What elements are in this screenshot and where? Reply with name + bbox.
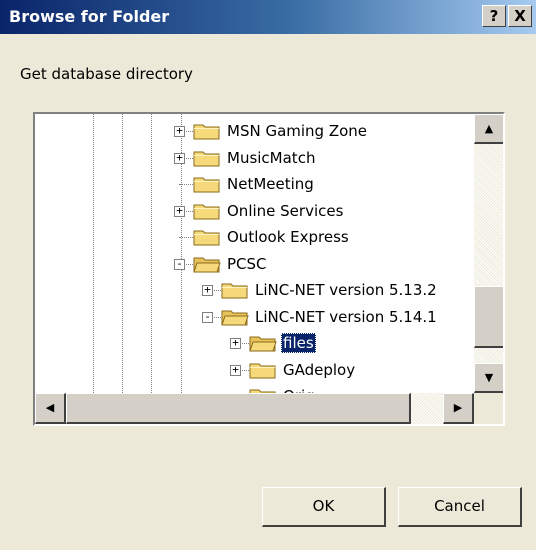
expand-icon[interactable]: + (230, 364, 241, 376)
tree-guide-line (93, 114, 94, 393)
expand-icon[interactable]: + (174, 125, 185, 137)
help-button[interactable]: ? (482, 5, 506, 27)
tree-item-label: files (281, 333, 316, 353)
collapse-icon[interactable]: - (174, 258, 185, 270)
horizontal-scrollbar[interactable]: ◀ ▶ (35, 393, 474, 424)
cancel-button[interactable]: Cancel (398, 487, 522, 527)
open-folder-icon (249, 334, 277, 352)
tree-item-label: Online Services (227, 201, 344, 220)
expand-icon[interactable]: + (174, 152, 185, 164)
tree-item-label: MSN Gaming Zone (227, 122, 368, 140)
expand-icon[interactable]: + (230, 337, 241, 349)
scroll-down-button[interactable]: ▼ (474, 363, 503, 393)
tree-content: + MSN Gaming Zone + MusicMatch NetMeeting + On… (35, 114, 503, 424)
horizontal-scroll-thumb[interactable] (66, 393, 411, 424)
expand-icon[interactable]: + (202, 284, 213, 296)
open-folder-icon (221, 308, 249, 326)
vertical-scrollbar[interactable]: ▲ ▼ (474, 114, 503, 393)
close-button[interactable]: X (508, 5, 532, 27)
scroll-up-button[interactable]: ▲ (474, 114, 503, 144)
scrollbar-corner (474, 393, 503, 424)
scroll-left-button[interactable]: ◀ (35, 393, 66, 424)
title-bar[interactable]: Browse for Folder ? X (0, 0, 536, 34)
scroll-right-button[interactable]: ▶ (443, 393, 474, 424)
tree-item-label: Outlook Express (227, 228, 349, 246)
folder-icon (193, 175, 221, 193)
open-folder-icon (193, 255, 221, 273)
folder-tree[interactable]: + MSN Gaming Zone + MusicMatch NetMeeting + On… (33, 112, 505, 426)
folder-icon (193, 228, 221, 246)
folder-icon (193, 149, 221, 167)
tree-item-label: LiNC-NET version 5.14.1 (255, 307, 437, 326)
tree-guide-line (151, 114, 152, 393)
folder-icon (193, 122, 221, 140)
prompt-text: Get database directory (20, 65, 193, 83)
tree-item-label: GAdeploy (283, 360, 356, 379)
tree-item-label: PCSC (227, 254, 267, 273)
folder-icon (193, 202, 221, 220)
window-title: Browse for Folder (9, 7, 170, 26)
vertical-scroll-thumb[interactable] (474, 286, 503, 348)
browse-for-folder-dialog: Browse for Folder ? X Get database direc… (0, 0, 536, 550)
ok-button[interactable]: OK (262, 487, 386, 527)
expand-icon[interactable]: + (174, 205, 185, 217)
tree-item-label: LiNC-NET version 5.13.2 (255, 281, 437, 299)
folder-icon (249, 361, 277, 379)
tree-item-label: NetMeeting (227, 175, 314, 193)
collapse-icon[interactable]: - (202, 311, 213, 323)
tree-guide-line (122, 114, 123, 393)
folder-icon (221, 281, 249, 299)
tree-item-label: MusicMatch (227, 148, 316, 167)
